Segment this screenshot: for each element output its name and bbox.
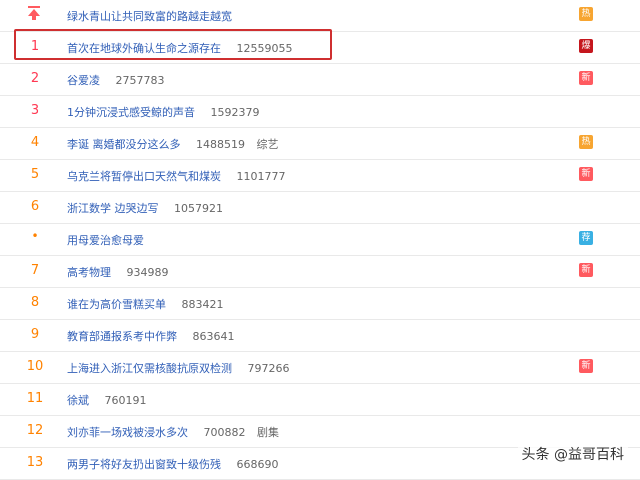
search-count: 760191 xyxy=(104,394,147,407)
new-badge: 新 xyxy=(579,71,593,85)
search-count: 883421 xyxy=(181,298,224,311)
list-item[interactable]: 8 谁在为高价雪糕买单 883421 xyxy=(0,288,640,320)
search-count: 668690 xyxy=(236,458,279,471)
rank-number: 2 xyxy=(30,71,40,86)
search-count: 863641 xyxy=(192,330,235,343)
search-count: 1057921 xyxy=(174,202,223,215)
new-badge: 新 xyxy=(579,167,593,181)
search-count: 700882 xyxy=(203,426,246,439)
hot-search-title[interactable]: 上海进入浙江仅需核酸抗原双检测 xyxy=(67,362,232,375)
list-item[interactable]: 6 浙江数学 边哭边写 1057921 xyxy=(0,192,640,224)
search-count: 2757783 xyxy=(115,74,165,87)
list-item[interactable]: 11 徐斌 760191 xyxy=(0,384,640,416)
hot-search-title[interactable]: 1分钟沉浸式感受鲸的声音 xyxy=(67,106,195,119)
hot-search-title[interactable]: 李诞 离婚都没分这么多 xyxy=(67,138,181,151)
list-item[interactable]: 绿水青山让共同致富的路越走越宽 热 xyxy=(0,0,640,32)
hot-search-title[interactable]: 浙江数学 边哭边写 xyxy=(67,202,159,215)
list-item[interactable]: • 用母爱治愈母爱 荐 xyxy=(0,224,640,256)
search-count: 1592379 xyxy=(210,106,260,119)
search-count: 797266 xyxy=(247,362,290,375)
list-item[interactable]: 10 上海进入浙江仅需核酸抗原双检测 797266 新 xyxy=(0,352,640,384)
rank-number: 12 xyxy=(26,423,44,438)
rank-number: 7 xyxy=(30,263,40,278)
hot-search-title[interactable]: 两男子将好友扔出窗致十级伤残 xyxy=(67,458,221,471)
list-item[interactable]: 3 1分钟沉浸式感受鲸的声音 1592379 xyxy=(0,96,640,128)
hot-search-title[interactable]: 绿水青山让共同致富的路越走越宽 xyxy=(67,10,232,23)
rank-number: 13 xyxy=(26,455,44,470)
hot-search-title[interactable]: 徐斌 xyxy=(67,394,89,407)
category-label: 剧集 xyxy=(257,426,279,439)
hot-search-title[interactable]: 谁在为高价雪糕买单 xyxy=(67,298,166,311)
hot-search-title[interactable]: 教育部通报系考中作弊 xyxy=(67,330,177,343)
highlight-box xyxy=(14,29,332,60)
rank-number: 10 xyxy=(26,359,44,374)
list-item[interactable]: 7 高考物理 934989 新 xyxy=(0,256,640,288)
rank-number: 9 xyxy=(30,327,40,342)
list-item[interactable]: 4 李诞 离婚都没分这么多 1488519 综艺 热 xyxy=(0,128,640,160)
category-label: 综艺 xyxy=(256,138,279,151)
watermark: 头条 @益哥百科 xyxy=(517,443,628,465)
rank-number: 4 xyxy=(30,135,40,150)
search-count: 1488519 xyxy=(196,138,245,151)
hot-badge: 热 xyxy=(579,135,593,149)
hot-search-title[interactable]: 用母爱治愈母爱 xyxy=(67,234,144,247)
pin-top-icon xyxy=(28,6,40,20)
list-item[interactable]: 2 谷爱凌 2757783 新 xyxy=(0,64,640,96)
boom-badge: 爆 xyxy=(579,39,593,53)
hot-search-title[interactable]: 谷爱凌 xyxy=(67,74,100,87)
search-count: 1101777 xyxy=(236,170,286,183)
rank-number: 6 xyxy=(30,199,40,214)
new-badge: 新 xyxy=(579,263,593,277)
rank-number: 5 xyxy=(30,167,40,182)
rank-number: 3 xyxy=(30,103,40,118)
hot-badge: 热 xyxy=(579,7,593,21)
rank-dot: • xyxy=(31,229,39,243)
recommend-badge: 荐 xyxy=(579,231,593,245)
hot-search-title[interactable]: 刘亦菲一场戏被浸水多次 xyxy=(67,426,188,439)
rank-number: 8 xyxy=(30,295,40,310)
hot-search-title[interactable]: 高考物理 xyxy=(67,266,111,279)
rank-number: 11 xyxy=(26,391,44,406)
list-item[interactable]: 9 教育部通报系考中作弊 863641 xyxy=(0,320,640,352)
search-count: 934989 xyxy=(126,266,169,279)
new-badge: 新 xyxy=(579,359,593,373)
hot-search-title[interactable]: 乌克兰将暂停出口天然气和煤炭 xyxy=(67,170,221,183)
list-item[interactable]: 5 乌克兰将暂停出口天然气和煤炭 1101777 新 xyxy=(0,160,640,192)
